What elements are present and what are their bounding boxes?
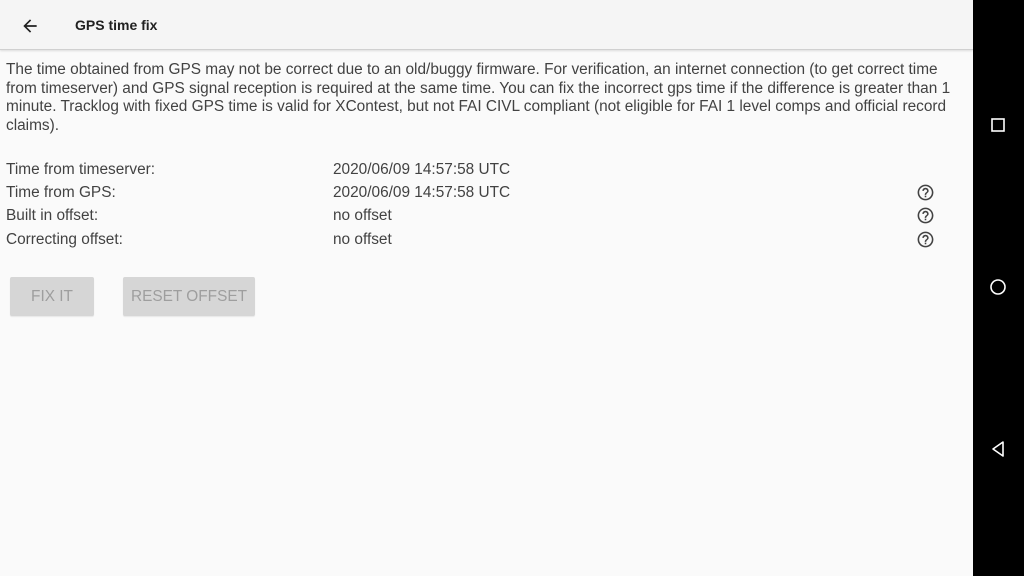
- row-built-in-offset: Built in offset: no offset: [0, 205, 973, 227]
- gps-time-value: 2020/06/09 14:57:58 UTC: [333, 184, 511, 201]
- back-button[interactable]: [15, 11, 45, 41]
- system-nav-bar: [973, 0, 1024, 576]
- row-time-from-timeserver: Time from timeserver: 2020/06/09 14:57:5…: [0, 159, 973, 181]
- help-circle-icon[interactable]: [916, 230, 935, 249]
- timeserver-value: 2020/06/09 14:57:58 UTC: [333, 161, 511, 178]
- fix-it-button[interactable]: FIX IT: [10, 277, 94, 316]
- timeserver-label: Time from timeserver:: [6, 161, 156, 178]
- help-circle-icon[interactable]: [916, 206, 935, 225]
- reset-offset-button[interactable]: RESET OFFSET: [123, 277, 255, 316]
- home-circle-icon: [990, 279, 1006, 295]
- builtin-offset-label: Built in offset:: [6, 207, 99, 224]
- home-button[interactable]: [983, 272, 1013, 302]
- builtin-offset-value: no offset: [333, 207, 392, 224]
- correcting-offset-label: Correcting offset:: [6, 231, 123, 248]
- recents-button[interactable]: [983, 110, 1013, 140]
- back-triangle-icon: [992, 441, 1004, 457]
- row-correcting-offset: Correcting offset: no offset: [0, 229, 973, 251]
- gps-time-label: Time from GPS:: [6, 184, 116, 201]
- help-circle-icon[interactable]: [916, 183, 935, 202]
- recents-square-icon: [991, 118, 1005, 132]
- app-bar: GPS time fix: [0, 0, 973, 50]
- page-title: GPS time fix: [75, 17, 158, 33]
- app-screen: GPS time fix The time obtained from GPS …: [0, 0, 973, 576]
- description-text: The time obtained from GPS may not be co…: [6, 61, 951, 134]
- system-back-button[interactable]: [983, 434, 1013, 464]
- correcting-offset-value: no offset: [333, 231, 392, 248]
- row-time-from-gps: Time from GPS: 2020/06/09 14:57:58 UTC: [0, 182, 973, 204]
- arrow-left-icon: [23, 19, 37, 33]
